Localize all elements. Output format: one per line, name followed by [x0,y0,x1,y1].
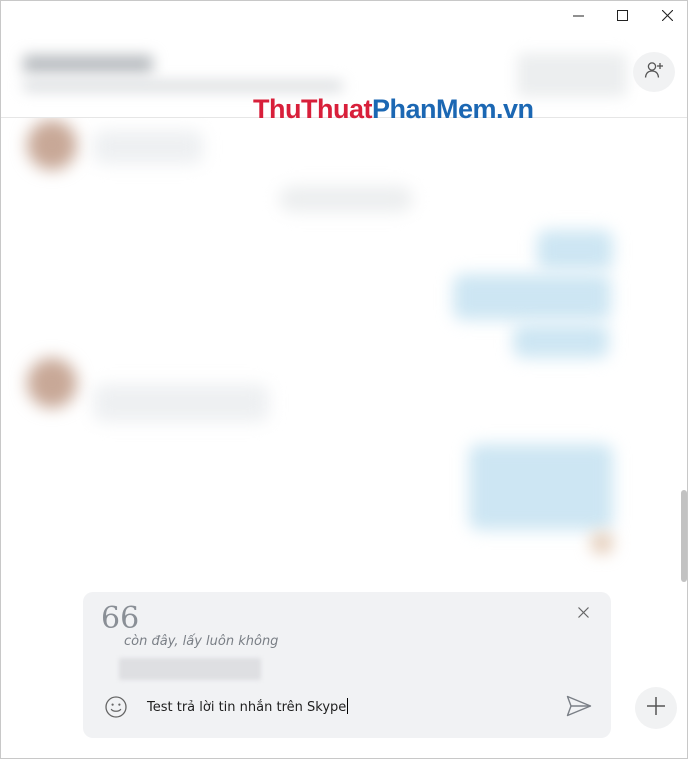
message-input[interactable]: Test trả lời tin nhắn trên Skype [147,698,349,715]
send-button[interactable] [563,694,595,722]
add-content-button[interactable] [635,687,677,729]
date-separator-blurred [279,186,413,212]
read-receipt-blurred [591,532,613,554]
quoted-message-text: còn đây, lấy luôn không [124,634,279,649]
close-icon [577,605,589,623]
add-people-button[interactable] [633,52,675,92]
text-caret [347,698,349,714]
avatar[interactable] [27,120,77,170]
smiley-icon [104,695,128,724]
avatar[interactable] [27,358,77,408]
incoming-message-blurred[interactable] [93,384,269,422]
maximize-icon [616,9,628,21]
outgoing-message-blurred[interactable] [537,230,613,270]
remove-quote-button[interactable] [573,604,593,624]
minimize-icon [572,10,584,21]
outgoing-message-blurred[interactable] [513,324,609,358]
quote-icon: 66 [101,601,140,636]
emoji-button[interactable] [103,695,129,724]
scrollbar-thumb[interactable] [681,490,687,582]
incoming-message-blurred[interactable] [93,130,203,164]
send-icon [566,695,592,722]
add-person-icon [644,60,664,85]
minimize-button[interactable] [555,1,601,29]
maximize-button[interactable] [599,1,645,29]
plus-icon [646,696,666,721]
message-input-text: Test trả lời tin nhắn trên Skype [147,700,347,715]
chat-history [1,118,677,578]
message-composer: 66 còn đây, lấy luôn không Test trả lời … [83,592,611,738]
header-actions-blurred[interactable] [517,53,627,97]
close-window-button[interactable] [644,1,687,29]
close-icon [661,9,673,21]
contact-name-blurred[interactable] [23,55,153,73]
outgoing-message-blurred[interactable] [453,274,611,320]
contact-status-blurred [23,81,343,91]
skype-window: ThuThuatPhanMem.vn 66 còn đây, lấy luôn … [0,0,688,759]
chat-scrollbar[interactable] [679,118,687,588]
quoted-message-meta-blurred [119,658,261,680]
outgoing-message-blurred[interactable] [469,444,613,530]
